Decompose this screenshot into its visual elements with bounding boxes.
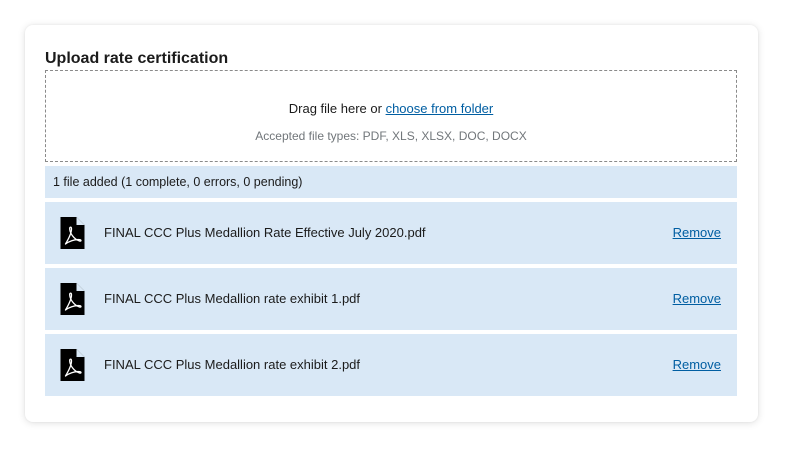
pdf-file-icon (60, 217, 85, 249)
file-list-item: FINAL CCC Plus Medallion Rate Effective … (45, 202, 737, 264)
file-dropzone[interactable]: Drag file here or choose from folder Acc… (45, 70, 737, 162)
upload-status-summary: 1 file added (1 complete, 0 errors, 0 pe… (45, 166, 737, 198)
pdf-file-icon (60, 349, 85, 381)
file-name: FINAL CCC Plus Medallion rate exhibit 2.… (104, 357, 361, 372)
drop-text: Drag file here or (288, 101, 386, 116)
accepted-file-types: Accepted file types: PDF, XLS, XLSX, DOC… (255, 129, 527, 143)
upload-card: Upload rate certification Drag file here… (25, 25, 758, 422)
file-name: FINAL CCC Plus Medallion rate exhibit 1.… (104, 291, 361, 306)
remove-file-button[interactable]: Remove (673, 268, 721, 330)
file-name: FINAL CCC Plus Medallion Rate Effective … (104, 225, 426, 240)
choose-from-folder-link[interactable]: choose from folder (386, 101, 494, 116)
file-list-item: FINAL CCC Plus Medallion rate exhibit 1.… (45, 268, 737, 330)
file-list-item: FINAL CCC Plus Medallion rate exhibit 2.… (45, 334, 737, 396)
upload-title: Upload rate certification (45, 50, 229, 67)
pdf-file-icon (60, 283, 85, 315)
drop-instructions: Drag file here or choose from folder (46, 100, 736, 118)
remove-file-button[interactable]: Remove (673, 334, 721, 396)
remove-file-button[interactable]: Remove (673, 202, 721, 264)
